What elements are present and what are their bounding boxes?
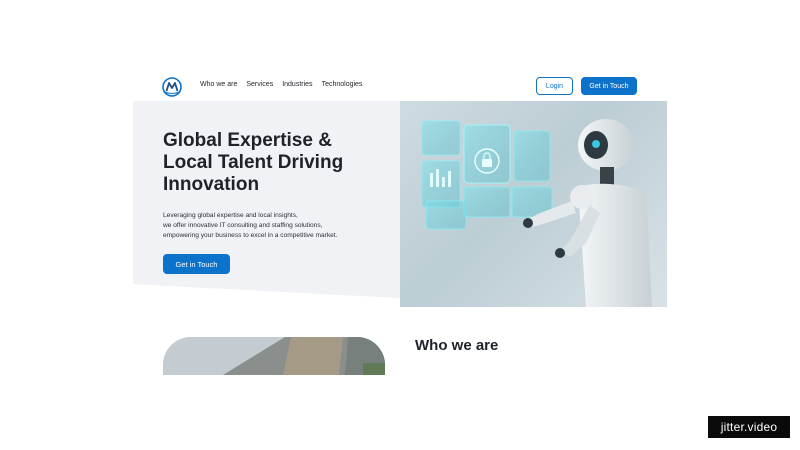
robot-illustration [421, 119, 652, 307]
hero-title: Global Expertise & Local Talent Driving … [163, 130, 344, 195]
page-bottom [0, 375, 800, 450]
hero-get-in-touch-button[interactable]: Get in Touch [163, 254, 230, 274]
m-logo-icon[interactable] [162, 77, 182, 97]
top-navbar: Who we are Services Industries Technolog… [133, 74, 667, 100]
nav-link-technologies[interactable]: Technologies [322, 81, 363, 88]
nav-link-who-we-are[interactable]: Who we are [200, 81, 237, 88]
jitter-watermark: jitter.video [708, 416, 790, 438]
hero-description-line: we offer innovative IT consulting and st… [163, 222, 323, 229]
building-image [163, 337, 385, 375]
robot-hologram-image [400, 101, 667, 307]
building-illustration [163, 337, 385, 375]
hero-description-line: Leveraging global expertise and local in… [163, 212, 298, 219]
hero-description-line: empowering your business to excel in a c… [163, 232, 338, 239]
section-title-who-we-are: Who we are [415, 337, 499, 354]
login-button[interactable]: Login [536, 77, 573, 95]
nav-link-services[interactable]: Services [246, 81, 273, 88]
nav-links: Who we are Services Industries Technolog… [200, 81, 362, 88]
nav-get-in-touch-button[interactable]: Get in Touch [581, 77, 637, 95]
hero-description: Leveraging global expertise and local in… [163, 211, 383, 241]
nav-link-industries[interactable]: Industries [282, 81, 312, 88]
